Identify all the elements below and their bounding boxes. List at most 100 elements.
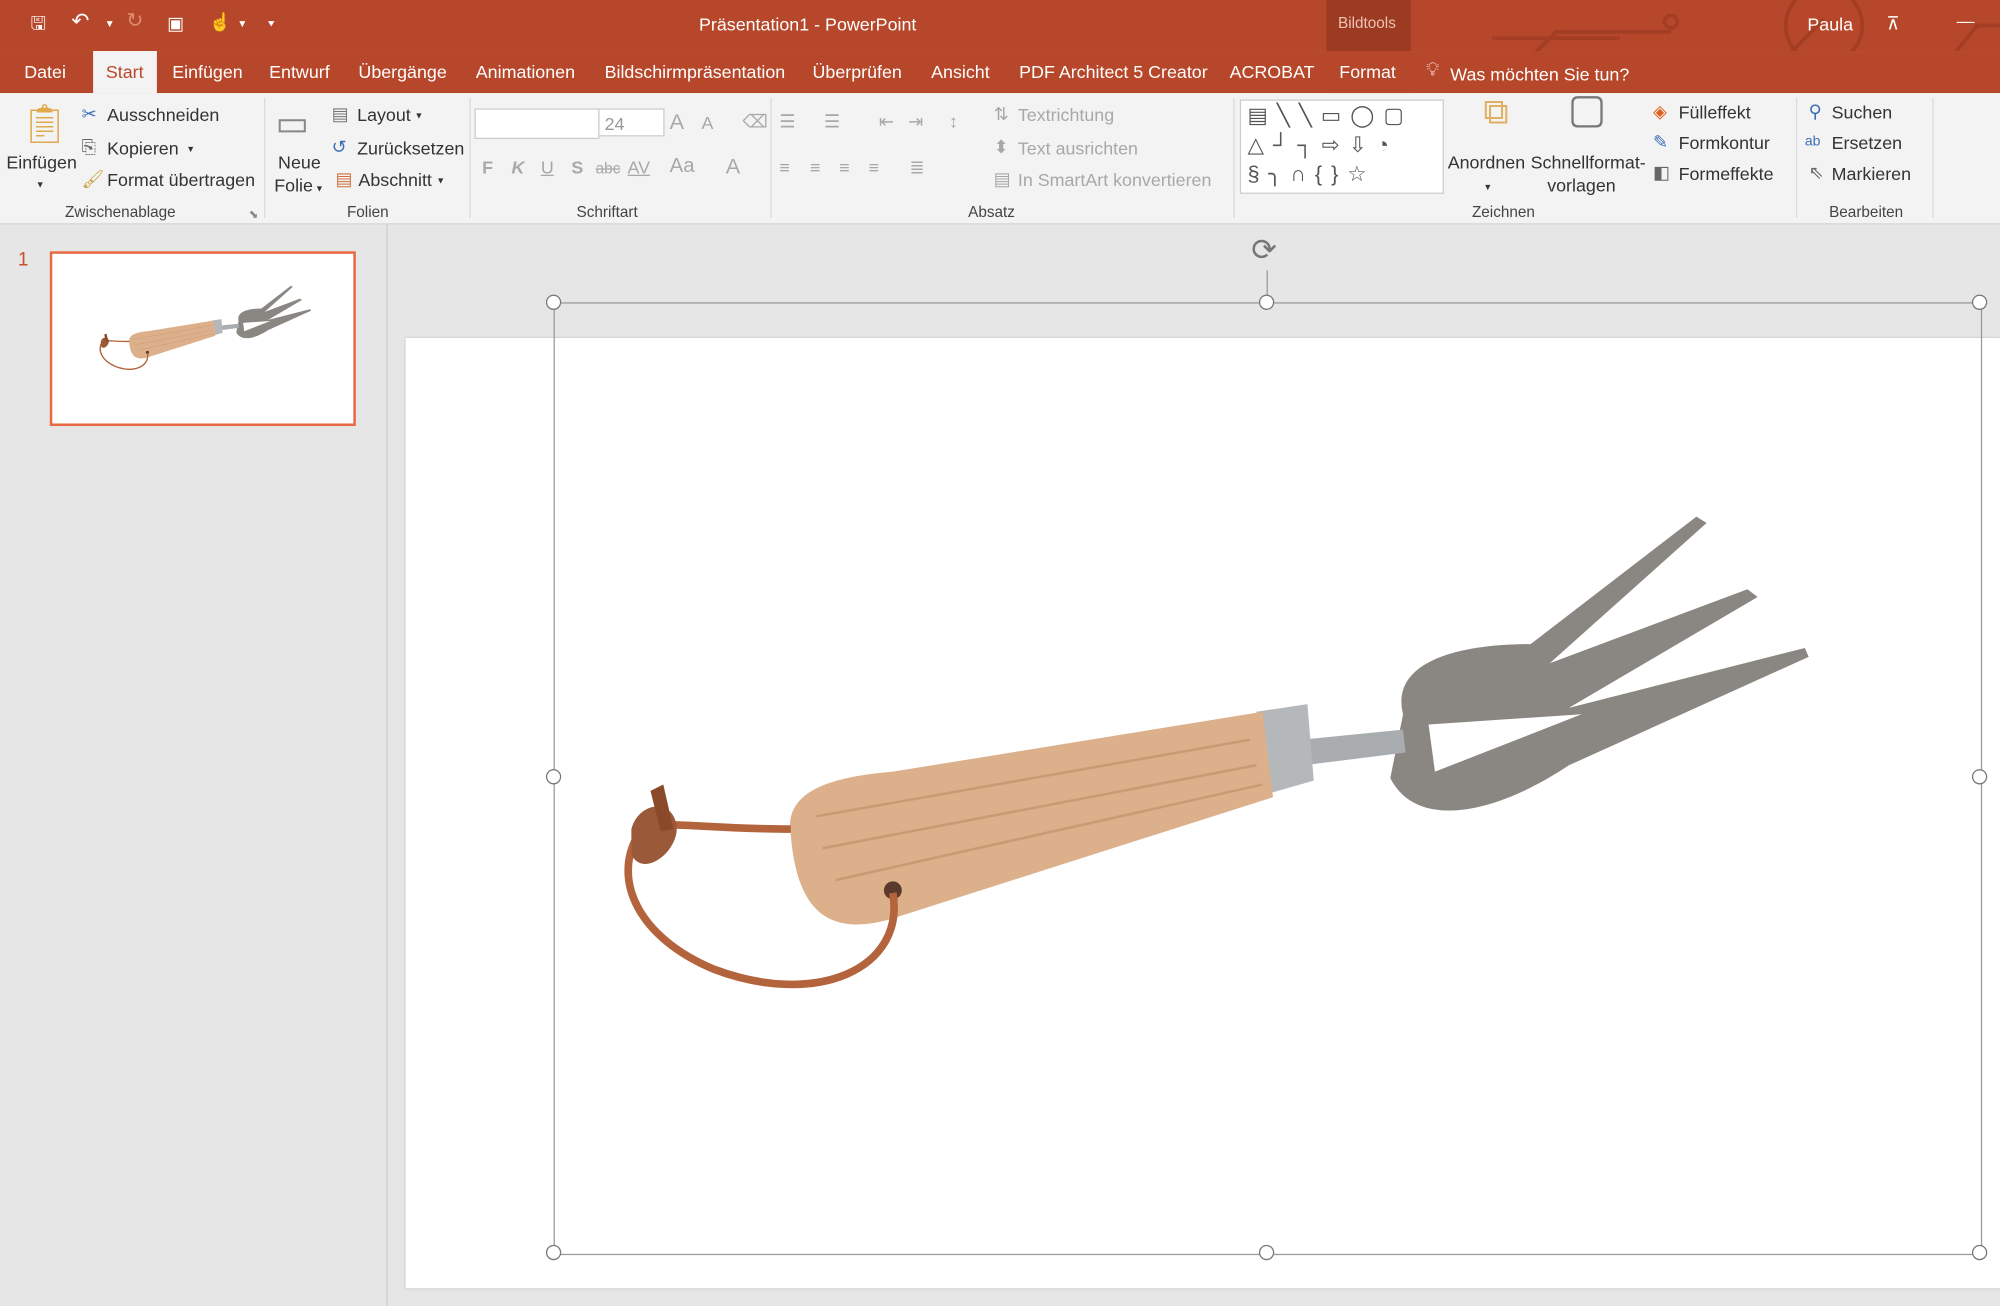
window-title: Präsentation1 - PowerPoint bbox=[698, 14, 917, 35]
touch-dropdown-icon[interactable]: ▼ bbox=[237, 15, 247, 33]
touch-mode-icon[interactable]: ☝ bbox=[209, 13, 231, 31]
align-right-icon[interactable]: ≡ bbox=[839, 158, 849, 176]
tab-datei[interactable]: Datei bbox=[24, 61, 66, 81]
layout-button[interactable]: Layout bbox=[357, 105, 411, 125]
dialog-launcher-icon[interactable]: ⬊ bbox=[249, 205, 259, 223]
paste-dropdown-icon[interactable]: ▼ bbox=[36, 177, 45, 195]
smartart-icon: ▤ bbox=[993, 168, 1011, 189]
columns-icon[interactable]: ≣ bbox=[909, 158, 924, 176]
resize-handle-n[interactable] bbox=[1258, 294, 1275, 310]
resize-handle-nw[interactable] bbox=[545, 294, 562, 310]
paste-button[interactable]: Einfügen bbox=[6, 152, 77, 172]
group-separator bbox=[469, 98, 471, 219]
tab-pdf-architect[interactable]: PDF Architect 5 Creator bbox=[1019, 61, 1208, 81]
reset-button[interactable]: Zurücksetzen bbox=[357, 138, 464, 158]
section-dropdown-icon[interactable]: ▼ bbox=[436, 173, 445, 191]
numbering-icon[interactable]: ☰ bbox=[824, 112, 840, 130]
grow-font-button[interactable]: A bbox=[670, 110, 684, 136]
decrease-indent-icon[interactable]: ⇤ bbox=[879, 112, 894, 130]
font-color-button[interactable]: A bbox=[726, 154, 740, 180]
shape-fill-button[interactable]: Fülleffekt bbox=[1679, 102, 1751, 122]
align-text-button[interactable]: Text ausrichten bbox=[1018, 138, 1138, 158]
find-button[interactable]: Suchen bbox=[1832, 102, 1893, 122]
convert-smartart-button[interactable]: In SmartArt konvertieren bbox=[1018, 170, 1212, 190]
quick-styles-button-line2[interactable]: vorlagen bbox=[1547, 175, 1615, 195]
tab-bildschirmpraesentation[interactable]: Bildschirmpräsentation bbox=[605, 61, 786, 81]
new-slide-dropdown-icon[interactable]: ▼ bbox=[315, 181, 324, 199]
arrange-button[interactable]: Anordnen bbox=[1448, 152, 1525, 172]
font-name-input[interactable] bbox=[474, 108, 600, 140]
tab-entwurf[interactable]: Entwurf bbox=[269, 61, 330, 81]
undo-icon[interactable]: ↶ bbox=[71, 10, 89, 32]
shrink-font-button[interactable]: A bbox=[702, 112, 714, 132]
align-left-icon[interactable]: ≡ bbox=[779, 158, 789, 176]
clear-formatting-icon[interactable]: ⌫ bbox=[742, 112, 767, 130]
italic-button[interactable]: K bbox=[511, 157, 524, 177]
increase-indent-icon[interactable]: ⇥ bbox=[908, 112, 923, 130]
shape-effects-button[interactable]: Formeffekte bbox=[1679, 163, 1774, 183]
resize-handle-s[interactable] bbox=[1258, 1244, 1275, 1261]
underline-button[interactable]: U bbox=[541, 157, 554, 177]
shadow-button[interactable]: S bbox=[571, 157, 583, 177]
shapes-gallery[interactable]: ▤╲╲▭◯▢ △┘┐⇨⇩◔ §╮∩{}☆ bbox=[1239, 99, 1444, 194]
copy-button[interactable]: Kopieren bbox=[107, 138, 178, 158]
scissors-icon: ✂ bbox=[81, 103, 97, 124]
arrange-dropdown-icon[interactable]: ▼ bbox=[1483, 180, 1492, 198]
strikethrough-button[interactable]: abc bbox=[596, 159, 621, 177]
new-slide-icon[interactable]: ▭ bbox=[276, 103, 310, 144]
paste-icon[interactable]: 📋︎ bbox=[20, 103, 69, 146]
resize-handle-w[interactable] bbox=[545, 769, 562, 785]
slideshow-icon[interactable]: ▣ bbox=[167, 14, 184, 32]
resize-handle-sw[interactable] bbox=[545, 1244, 562, 1261]
tab-start[interactable]: Start bbox=[93, 51, 157, 94]
text-direction-button[interactable]: Textrichtung bbox=[1018, 105, 1114, 125]
group-separator bbox=[770, 98, 772, 219]
group-separator bbox=[1795, 98, 1798, 219]
slide-thumbnail[interactable] bbox=[49, 251, 356, 427]
tab-ueberpruefen[interactable]: Überprüfen bbox=[812, 61, 901, 81]
tab-animationen[interactable]: Animationen bbox=[476, 61, 575, 81]
format-painter-button[interactable]: Format übertragen bbox=[107, 170, 255, 190]
resize-handle-ne[interactable] bbox=[1971, 294, 1988, 310]
undo-dropdown-icon[interactable]: ▼ bbox=[105, 15, 115, 33]
line-spacing-icon[interactable]: ↕ bbox=[949, 112, 958, 130]
tab-acrobat[interactable]: ACROBAT bbox=[1230, 61, 1315, 81]
minimize-icon[interactable]: — bbox=[1957, 11, 1975, 29]
hand-fork-thumbnail-image bbox=[99, 285, 312, 370]
new-slide-button-line1[interactable]: Neue bbox=[278, 152, 321, 172]
bold-button[interactable]: F bbox=[482, 157, 493, 177]
cut-button[interactable]: Ausschneiden bbox=[107, 105, 219, 125]
resize-handle-se[interactable] bbox=[1971, 1244, 1988, 1261]
fill-icon: ◈ bbox=[1653, 100, 1667, 122]
layout-dropdown-icon[interactable]: ▼ bbox=[415, 108, 424, 126]
justify-icon[interactable]: ≡ bbox=[869, 158, 879, 176]
new-slide-button-line2[interactable]: Folie bbox=[274, 175, 313, 195]
font-size-input[interactable]: 24 bbox=[598, 108, 665, 137]
save-icon[interactable]: 🖫 bbox=[31, 14, 46, 32]
select-button[interactable]: Markieren bbox=[1832, 163, 1911, 183]
rotate-handle-icon[interactable]: ⟳ bbox=[1251, 232, 1277, 269]
slide-number: 1 bbox=[17, 248, 29, 271]
redo-icon[interactable]: ↻ bbox=[126, 11, 143, 31]
resize-handle-e[interactable] bbox=[1971, 769, 1988, 785]
quick-styles-button-line1[interactable]: Schnellformat- bbox=[1531, 152, 1646, 172]
user-name[interactable]: Paula bbox=[1807, 14, 1853, 34]
replace-button[interactable]: Ersetzen bbox=[1832, 133, 1902, 153]
copy-dropdown-icon[interactable]: ▼ bbox=[186, 142, 195, 160]
ribbon-display-options-icon[interactable]: ⊼ bbox=[1886, 14, 1899, 32]
lightbulb-icon: 💡︎ bbox=[1426, 58, 1440, 81]
bullets-icon[interactable]: ☰ bbox=[779, 112, 795, 130]
change-case-button[interactable]: Aa bbox=[670, 156, 695, 179]
tab-ansicht[interactable]: Ansicht bbox=[931, 61, 990, 81]
tell-me-search[interactable]: Was möchten Sie tun? bbox=[1450, 64, 1629, 84]
tab-einfuegen[interactable]: Einfügen bbox=[172, 61, 243, 81]
quick-styles-icon[interactable]: ▢ bbox=[1568, 88, 1607, 129]
char-spacing-button[interactable]: AV bbox=[628, 157, 651, 177]
align-center-icon[interactable]: ≡ bbox=[810, 158, 820, 176]
arrange-icon[interactable]: ⧉ bbox=[1483, 94, 1509, 130]
customize-qat-icon[interactable]: ⯆ bbox=[267, 15, 276, 33]
section-button[interactable]: Abschnitt bbox=[358, 170, 431, 190]
tab-format[interactable]: Format bbox=[1339, 61, 1396, 81]
shape-outline-button[interactable]: Formkontur bbox=[1679, 133, 1770, 153]
tab-uebergaenge[interactable]: Übergänge bbox=[358, 61, 446, 81]
